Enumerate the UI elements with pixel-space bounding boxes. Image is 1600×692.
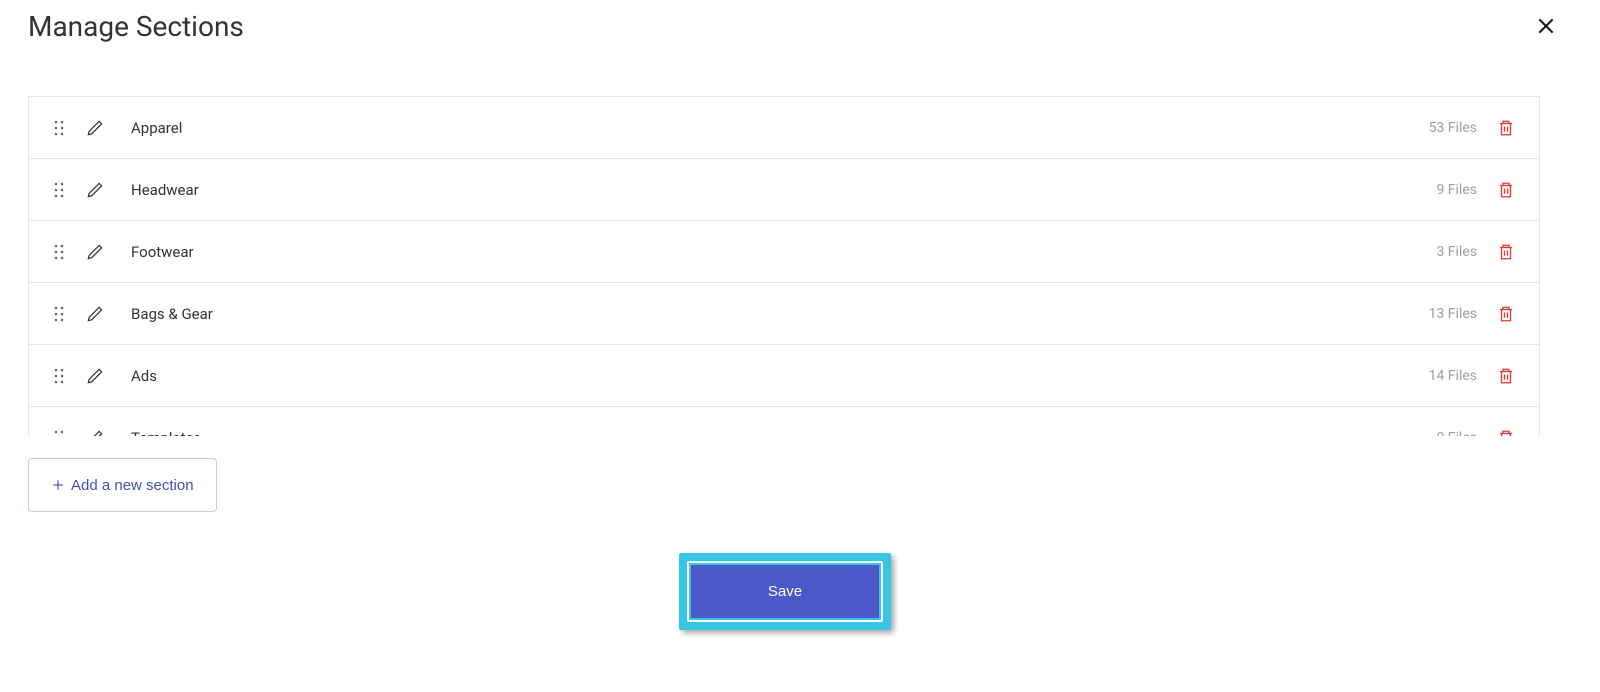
edit-button[interactable]	[85, 366, 105, 386]
section-name-label: Apparel	[131, 119, 1429, 137]
edit-button[interactable]	[85, 428, 105, 437]
delete-button[interactable]	[1497, 305, 1515, 323]
drag-handle-icon	[54, 306, 64, 322]
section-name-label: Bags & Gear	[131, 305, 1429, 323]
delete-button[interactable]	[1497, 119, 1515, 137]
delete-button[interactable]	[1497, 181, 1515, 199]
save-button-border: Save	[687, 561, 883, 622]
drag-handle-icon	[54, 430, 64, 437]
drag-handle[interactable]	[53, 182, 65, 198]
section-row: Apparel 53 Files	[29, 97, 1539, 159]
edit-button[interactable]	[85, 242, 105, 262]
save-button-highlight: Save	[679, 553, 891, 630]
drag-handle[interactable]	[53, 244, 65, 260]
save-button[interactable]: Save	[691, 565, 879, 618]
pencil-icon	[85, 428, 105, 437]
edit-button[interactable]	[85, 180, 105, 200]
file-count-label: 9 Files	[1436, 182, 1477, 198]
plus-icon	[51, 478, 65, 492]
drag-handle[interactable]	[53, 430, 65, 437]
delete-button[interactable]	[1497, 367, 1515, 385]
drag-handle[interactable]	[53, 120, 65, 136]
edit-button[interactable]	[85, 304, 105, 324]
section-name-label: Ads	[131, 367, 1429, 385]
section-row: Ads 14 Files	[29, 345, 1539, 407]
section-row: Headwear 9 Files	[29, 159, 1539, 221]
trash-icon	[1497, 305, 1515, 323]
file-count-label: 14 Files	[1429, 368, 1477, 384]
section-name-label: Templates	[131, 429, 1436, 437]
drag-handle-icon	[54, 120, 64, 136]
file-count-label: 0 Files	[1436, 430, 1477, 437]
file-count-label: 3 Files	[1436, 244, 1477, 260]
trash-icon	[1497, 119, 1515, 137]
save-button-label: Save	[768, 583, 802, 600]
trash-icon	[1497, 181, 1515, 199]
pencil-icon	[85, 366, 105, 386]
sections-list[interactable]: Apparel 53 Files Headwear 9 Files	[28, 96, 1540, 436]
close-button[interactable]	[1534, 14, 1558, 38]
trash-icon	[1497, 243, 1515, 261]
drag-handle[interactable]	[53, 306, 65, 322]
add-section-label: Add a new section	[71, 477, 194, 494]
pencil-icon	[85, 118, 105, 138]
drag-handle-icon	[54, 368, 64, 384]
add-section-button[interactable]: Add a new section	[28, 458, 217, 512]
trash-icon	[1497, 429, 1515, 437]
section-name-label: Headwear	[131, 181, 1436, 199]
delete-button[interactable]	[1497, 243, 1515, 261]
pencil-icon	[85, 242, 105, 262]
section-row: Footwear 3 Files	[29, 221, 1539, 283]
trash-icon	[1497, 367, 1515, 385]
pencil-icon	[85, 180, 105, 200]
section-name-label: Footwear	[131, 243, 1436, 261]
file-count-label: 53 Files	[1429, 120, 1477, 136]
section-row: Templates 0 Files	[29, 407, 1539, 436]
file-count-label: 13 Files	[1429, 306, 1477, 322]
modal-title: Manage Sections	[28, 10, 244, 43]
close-icon	[1536, 16, 1556, 36]
edit-button[interactable]	[85, 118, 105, 138]
drag-handle-icon	[54, 182, 64, 198]
delete-button[interactable]	[1497, 429, 1515, 437]
drag-handle[interactable]	[53, 368, 65, 384]
drag-handle-icon	[54, 244, 64, 260]
pencil-icon	[85, 304, 105, 324]
section-row: Bags & Gear 13 Files	[29, 283, 1539, 345]
